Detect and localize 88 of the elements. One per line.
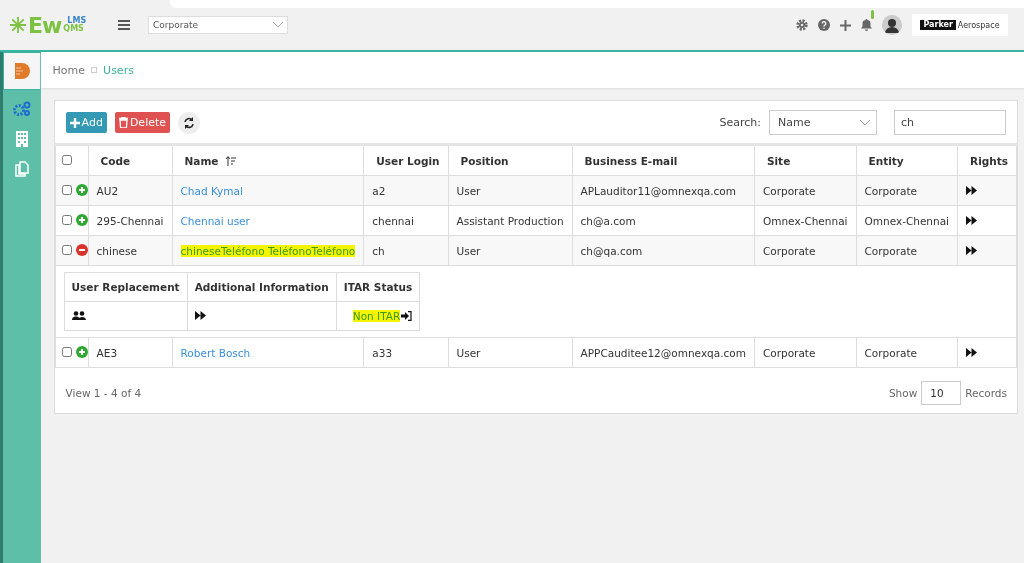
refresh-button[interactable] [178,111,201,134]
table-cell: User [448,337,573,368]
column-header[interactable]: Name [184,154,219,167]
avatar-icon[interactable] [882,15,902,35]
table-cell: Corporate [754,175,856,206]
table-cell: Assistant Production [448,205,573,236]
column-header[interactable]: Rights [957,144,1017,176]
refresh-icon [183,116,196,129]
table-cell: Corporate [856,175,958,206]
breadcrumb-link[interactable]: Home [52,63,86,77]
table-cell: ch [363,235,448,266]
records-label: Records [965,387,1007,399]
building-icon [15,131,28,147]
copy-icon [14,161,29,177]
table-cell: 295-Chennai [88,205,173,236]
logo-text: Ew [28,12,62,38]
column-header[interactable]: Site [754,144,856,176]
expand-icon[interactable] [75,346,88,358]
search-column-select[interactable]: Name [769,110,877,135]
sidebar-item[interactable] [3,52,41,90]
breadcrumb-current: Users [103,63,134,77]
table-cell: Corporate [754,235,856,266]
column-header[interactable]: Entity [856,144,958,176]
row-checkbox[interactable] [61,245,72,255]
user-name-link[interactable]: Chennai user [180,214,250,227]
select-all-checkbox[interactable] [61,154,72,165]
column-header[interactable]: Business E-mail [572,144,755,176]
column-header[interactable]: Code [88,144,173,176]
logo-text: QMS [63,25,84,33]
column-header: User Replacement [64,272,188,302]
table-cell: ch@qa.com [572,235,755,266]
column-header[interactable]: User Login [363,144,448,176]
collapse-icon[interactable] [75,244,88,256]
itar-status: Non ITAR [352,310,401,322]
show-label: Show [888,387,918,399]
logo-text: LMS [66,17,87,25]
user-name-link[interactable]: Robert Bosch [180,346,251,359]
table-cell: AU2 [88,175,173,206]
table-cell: User [448,235,573,266]
column-header: ITAR Status [336,272,420,302]
table-cell: User [448,175,573,206]
gears-icon [12,101,31,117]
table-cell: APLauditor11@omnexqa.com [572,175,755,206]
table-cell: Omnex-Chennai [754,205,856,236]
double-arrow-icon[interactable] [966,215,978,225]
chevron-icon [860,119,870,126]
table-cell: ch@a.com [572,205,755,236]
expand-icon[interactable] [75,214,88,226]
double-arrow-icon[interactable] [966,347,978,357]
search-label: Search: [719,116,761,129]
double-arrow-icon[interactable] [194,311,206,320]
users-icon[interactable] [71,311,86,320]
table-cell: a33 [363,337,448,368]
table-cell: chinese [88,235,173,266]
pagination-summary: View 1 - 4 of 4 [65,387,142,399]
trash-icon [118,117,128,128]
column-header[interactable]: Position [448,144,573,176]
table-cell: Corporate [856,235,958,266]
double-arrow-icon[interactable] [966,245,978,255]
row-checkbox[interactable] [61,347,72,357]
row-checkbox[interactable] [61,215,72,225]
sign-in-icon[interactable] [401,311,413,321]
table-cell: AE3 [88,337,173,368]
search-field[interactable]: ch [894,110,1006,135]
plus-icon[interactable] [840,19,851,31]
row-checkbox[interactable] [61,185,72,195]
site-select[interactable]: Corporate [148,16,288,34]
sort-icon[interactable] [226,155,237,166]
delete-button[interactable]: Delete [114,112,171,133]
document-icon [12,62,31,80]
table-cell: Omnex-Chennai [856,205,958,236]
chevron-icon [273,22,283,28]
double-arrow-icon[interactable] [966,185,978,195]
bell-icon[interactable] [861,18,872,31]
expand-icon[interactable] [75,184,88,196]
company-logo: Parker Aerospace [912,14,1008,36]
plus-icon [69,117,80,128]
table-cell: Corporate [754,337,856,368]
page-size-field[interactable]: 10 [921,381,962,405]
table-cell: APPCauditee12@omnexqa.com [572,337,755,368]
column-header: Additional Information [187,272,337,302]
menu-icon[interactable] [118,20,130,30]
table-cell: chennai [363,205,448,236]
settings-icon[interactable] [796,19,808,31]
snowflake-icon [10,17,26,33]
help-icon[interactable] [818,19,830,31]
table-cell: Corporate [856,337,958,368]
table-cell: a2 [363,175,448,206]
